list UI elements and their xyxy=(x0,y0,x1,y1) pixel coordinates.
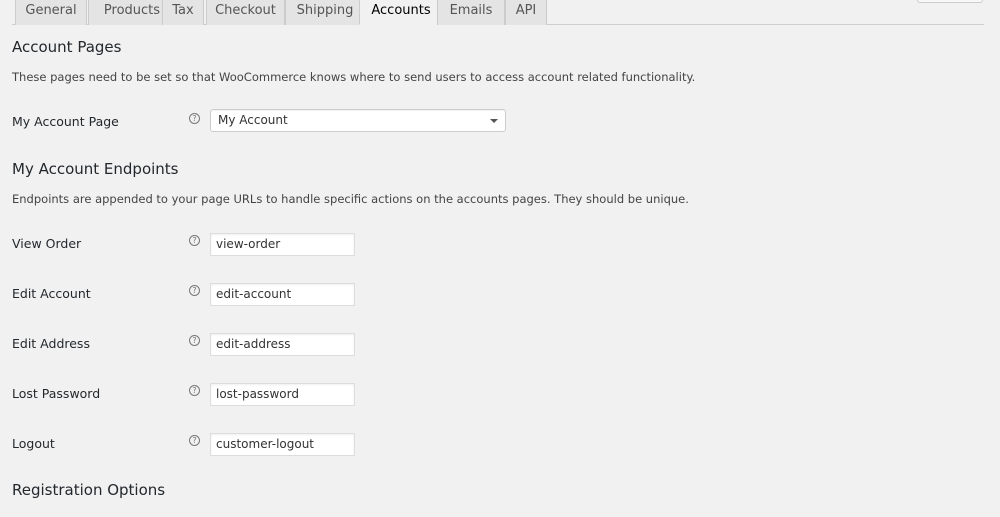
question-mark-icon[interactable]: ? xyxy=(189,335,200,346)
settings-tabs: General Products Tax Checkout Shipping A… xyxy=(12,0,984,25)
account-pages-heading: Account Pages xyxy=(12,38,122,56)
question-mark-icon[interactable]: ? xyxy=(189,435,200,446)
edit-address-label: Edit Address xyxy=(12,336,90,351)
question-mark-icon[interactable]: ? xyxy=(189,235,200,246)
corner-button[interactable] xyxy=(917,0,983,3)
dropdown-arrow-icon xyxy=(490,119,498,123)
logout-input[interactable]: customer-logout xyxy=(210,433,355,456)
question-mark-icon[interactable]: ? xyxy=(189,385,200,396)
tab-api[interactable]: API xyxy=(505,0,547,25)
view-order-input[interactable]: view-order xyxy=(210,233,355,256)
tab-tax[interactable]: Tax xyxy=(162,0,204,25)
registration-options-heading: Registration Options xyxy=(12,481,166,499)
endpoints-description: Endpoints are appended to your page URLs… xyxy=(12,192,689,206)
lost-password-input[interactable]: lost-password xyxy=(210,383,355,406)
logout-label: Logout xyxy=(12,436,55,451)
my-account-page-value: My Account xyxy=(218,113,288,127)
tab-accounts[interactable]: Accounts xyxy=(359,0,443,25)
edit-address-input[interactable]: edit-address xyxy=(210,333,355,356)
edit-account-label: Edit Account xyxy=(12,286,91,301)
my-account-page-label: My Account Page xyxy=(12,114,119,129)
view-order-label: View Order xyxy=(12,236,82,251)
settings-page: General Products Tax Checkout Shipping A… xyxy=(0,0,1000,517)
tab-shipping[interactable]: Shipping xyxy=(285,0,365,25)
edit-account-input[interactable]: edit-account xyxy=(210,283,355,306)
my-account-page-select[interactable]: My Account xyxy=(210,109,506,132)
tab-emails[interactable]: Emails xyxy=(437,0,505,25)
question-mark-icon[interactable]: ? xyxy=(189,285,200,296)
account-pages-description: These pages need to be set so that WooCo… xyxy=(12,70,696,84)
tab-general[interactable]: General xyxy=(15,0,87,25)
question-mark-icon[interactable]: ? xyxy=(189,113,200,124)
lost-password-label: Lost Password xyxy=(12,386,101,401)
tab-checkout[interactable]: Checkout xyxy=(206,0,285,25)
endpoints-heading: My Account Endpoints xyxy=(12,160,179,178)
